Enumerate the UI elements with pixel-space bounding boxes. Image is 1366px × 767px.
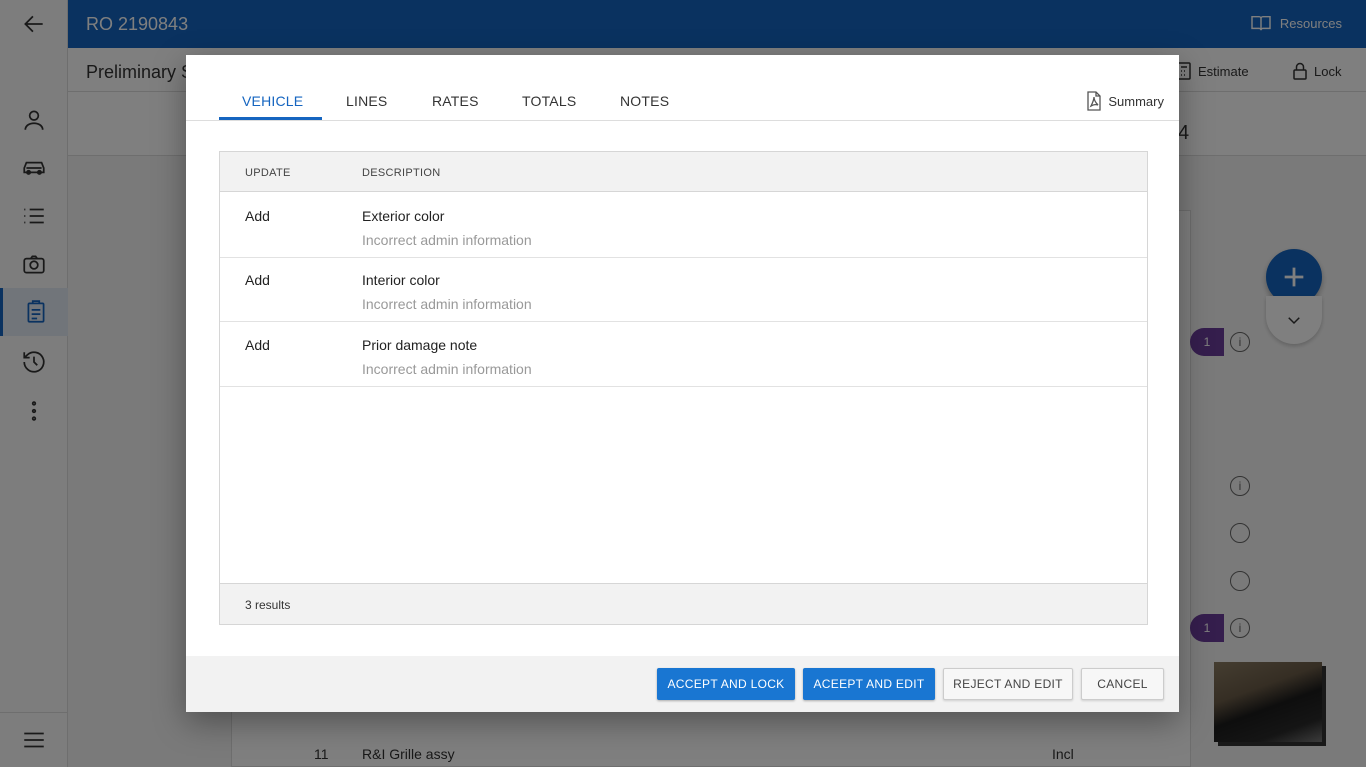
- updates-table: UPDATE DESCRIPTION Add Exterior color In…: [219, 151, 1148, 625]
- accept-and-edit-button[interactable]: ACEEPT AND EDIT: [803, 668, 935, 700]
- pdf-document-icon: [1087, 91, 1102, 111]
- table-footer: 3 results: [220, 583, 1147, 624]
- cancel-button[interactable]: CANCEL: [1081, 668, 1164, 700]
- update-reason: Incorrect admin information: [362, 296, 532, 312]
- update-description: Exterior color: [362, 208, 445, 224]
- dialog-actions: ACCEPT AND LOCK ACEEPT AND EDIT REJECT A…: [186, 656, 1179, 712]
- update-description: Interior color: [362, 272, 440, 288]
- table-row[interactable]: Add Prior damage note Incorrect admin in…: [220, 322, 1147, 387]
- reject-and-edit-button[interactable]: REJECT AND EDIT: [943, 668, 1073, 700]
- tab-notes[interactable]: NOTES: [620, 93, 669, 109]
- update-reason: Incorrect admin information: [362, 232, 532, 248]
- tab-lines[interactable]: LINES: [346, 93, 387, 109]
- results-count: 3 results: [245, 598, 291, 612]
- update-type: Add: [245, 208, 270, 224]
- tab-rates[interactable]: RATES: [432, 93, 479, 109]
- update-type: Add: [245, 337, 270, 353]
- update-description: Prior damage note: [362, 337, 478, 353]
- summary-label: Summary: [1108, 93, 1164, 109]
- table-row[interactable]: Add Exterior color Incorrect admin infor…: [220, 193, 1147, 258]
- tab-totals[interactable]: TOTALS: [522, 93, 576, 109]
- summary-button[interactable]: Summary: [1086, 91, 1164, 111]
- update-type: Add: [245, 272, 270, 288]
- accept-and-lock-button[interactable]: ACCEPT AND LOCK: [657, 668, 795, 700]
- update-reason: Incorrect admin information: [362, 361, 532, 377]
- table-row[interactable]: Add Interior color Incorrect admin infor…: [220, 257, 1147, 322]
- column-header-description[interactable]: DESCRIPTION: [362, 167, 440, 179]
- supplement-review-dialog: VEHICLE LINES RATES TOTALS NOTES Summary…: [186, 55, 1179, 712]
- active-tab-indicator: [219, 117, 322, 120]
- dialog-tabs: VEHICLE LINES RATES TOTALS NOTES Summary: [186, 55, 1179, 121]
- tab-vehicle[interactable]: VEHICLE: [242, 93, 303, 109]
- table-header: UPDATE DESCRIPTION: [220, 152, 1147, 192]
- column-header-update[interactable]: UPDATE: [245, 167, 291, 179]
